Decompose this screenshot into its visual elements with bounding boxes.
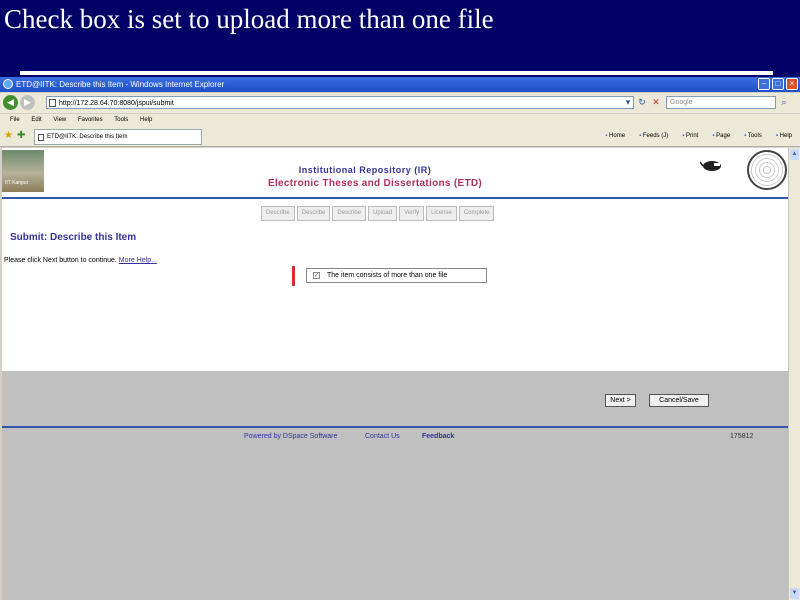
cmd-print[interactable]: Print: [682, 130, 698, 143]
menu-file[interactable]: File: [10, 117, 20, 123]
add-favorites-icon[interactable]: ✚: [17, 130, 25, 141]
scroll-up-icon[interactable]: ▲: [790, 149, 799, 160]
dropdown-icon[interactable]: ▾: [622, 96, 634, 109]
menu-tools[interactable]: Tools: [114, 117, 128, 123]
refresh-icon[interactable]: ↻: [636, 96, 648, 109]
cmd-home[interactable]: Home: [605, 130, 625, 143]
institute-seal-logo: [747, 150, 787, 190]
cmd-help[interactable]: Help: [776, 130, 792, 143]
step-license[interactable]: License: [426, 206, 457, 221]
favorites-star-icon[interactable]: ★: [4, 130, 13, 141]
forward-icon[interactable]: ▶: [20, 95, 35, 110]
step-verify[interactable]: Verify: [399, 206, 425, 221]
page-content: IIT Kanpur Institutional Repository (IR)…: [2, 148, 788, 600]
page-body: IIT Kanpur Institutional Repository (IR)…: [2, 148, 788, 440]
instruction-text: Please click Next button to continue. Mo…: [4, 257, 157, 264]
search-input[interactable]: Google: [666, 96, 776, 109]
page-icon: [49, 99, 56, 107]
footer: Powered by DSpace Software Contact Us Fe…: [2, 430, 788, 446]
cmd-page[interactable]: Page: [712, 130, 730, 143]
ie-logo-icon: [3, 79, 13, 89]
header-line2: Electronic Theses and Dissertations (ETD…: [267, 178, 483, 189]
menu-edit[interactable]: Edit: [31, 117, 41, 123]
step-upload[interactable]: Upload: [368, 206, 398, 221]
page-title: Submit: Describe this Item: [10, 232, 137, 243]
tab-row: ★ ✚ ETD@IITK: Describe this Item Home Fe…: [0, 127, 800, 147]
search-placeholder: Google: [670, 99, 693, 106]
progress-steps: Describe Describe Describe Upload Verify…: [261, 206, 495, 221]
powered-by-link[interactable]: Powered by DSpace Software: [244, 433, 337, 440]
tab-label: ETD@IITK: Describe this Item: [47, 134, 128, 140]
window-titlebar: ETD@IITK: Describe this Item - Windows I…: [0, 77, 800, 92]
back-icon[interactable]: ◀: [3, 95, 18, 110]
close-icon[interactable]: ×: [786, 78, 798, 90]
cancel-save-button[interactable]: Cancel/Save: [649, 394, 709, 407]
scroll-down-icon[interactable]: ▼: [790, 588, 799, 599]
visit-counter: 175812: [730, 433, 754, 440]
next-button[interactable]: Next >: [605, 394, 636, 407]
contact-link[interactable]: Contact Us: [365, 433, 400, 440]
slide-title: Check box is set to upload more than one…: [4, 4, 494, 34]
step-complete[interactable]: Complete: [458, 206, 495, 221]
mouse-logo-icon: [700, 161, 721, 171]
address-bar[interactable]: http://172.28.64.70:8080/jspui/submit: [46, 96, 634, 109]
checkbox-label: The item consists of more than one file: [327, 272, 448, 279]
vertical-scrollbar[interactable]: ▲ ▼: [788, 148, 800, 600]
menu-favorites[interactable]: Favorites: [78, 117, 103, 123]
address-text: http://172.28.64.70:8080/jspui/submit: [59, 100, 174, 107]
menu-bar: File Edit View Favorites Tools Help: [0, 114, 800, 127]
command-bar: Home Feeds (J) Print Page Tools Help: [605, 130, 792, 143]
more-help-link[interactable]: More Help...: [119, 257, 157, 264]
header-line1: Institutional Repository (IR): [298, 165, 432, 175]
step-describe-1[interactable]: Describe: [261, 206, 295, 221]
step-describe-3[interactable]: Describe: [332, 206, 367, 221]
title-divider: [20, 71, 773, 75]
feedback-link[interactable]: Feedback: [422, 433, 454, 440]
search-icon[interactable]: ⌕: [778, 96, 790, 109]
window-controls: – □ ×: [758, 78, 798, 90]
highlight-marker: [292, 266, 295, 286]
address-row: ◀ ▶ http://172.28.64.70:8080/jspui/submi…: [0, 93, 800, 113]
multiple-files-checkbox[interactable]: ✓: [313, 272, 320, 279]
stop-icon[interactable]: ✕: [650, 96, 662, 109]
cmd-tools[interactable]: Tools: [744, 130, 762, 143]
menu-view[interactable]: View: [53, 117, 66, 123]
cmd-feeds[interactable]: Feeds (J): [639, 130, 668, 143]
window-title: ETD@IITK: Describe this Item - Windows I…: [16, 80, 225, 89]
browser-tab[interactable]: ETD@IITK: Describe this Item: [34, 129, 202, 145]
maximize-icon[interactable]: □: [772, 78, 784, 90]
browser-window: ETD@IITK: Describe this Item - Windows I…: [0, 77, 800, 600]
hint-text: Please click Next button to continue.: [4, 257, 117, 264]
minimize-icon[interactable]: –: [758, 78, 770, 90]
header-divider: [2, 197, 788, 199]
step-describe-2[interactable]: Describe: [296, 206, 331, 221]
footer-divider: [2, 426, 788, 428]
menu-help[interactable]: Help: [140, 117, 152, 123]
tab-page-icon: [38, 134, 44, 141]
multiple-files-option[interactable]: ✓ The item consists of more than one fil…: [306, 268, 487, 283]
